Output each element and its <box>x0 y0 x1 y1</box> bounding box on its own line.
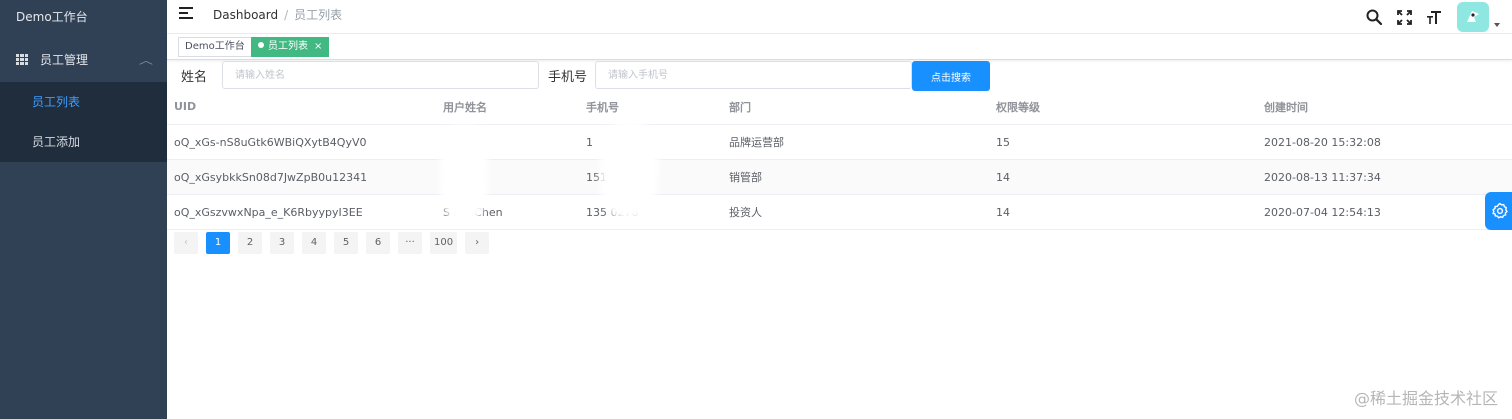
sidebar-item-employee-add[interactable]: 员工添加 <box>0 122 167 162</box>
page-2-button[interactable]: 2 <box>238 232 262 254</box>
name-label: 姓名 <box>181 70 208 85</box>
header-phone: 手机号 <box>586 100 619 114</box>
name-input[interactable] <box>222 61 539 89</box>
prev-page-button[interactable]: ‹ <box>174 232 198 254</box>
tag-demo-workbench[interactable]: Demo工作台 <box>178 37 252 57</box>
phone-input[interactable] <box>595 61 912 89</box>
cell-department: 品牌运营部 <box>729 136 784 149</box>
cell-permission: 15 <box>996 135 1010 149</box>
hamburger-icon[interactable] <box>179 7 193 19</box>
tag-label: 员工列表 <box>268 41 308 52</box>
breadcrumb: Dashboard / 员工列表 <box>213 6 342 23</box>
header-username: 用户姓名 <box>443 100 487 114</box>
table-row[interactable]: oQ_xGsybkkSn08d7JwZpB0u12341 st 151 销管部 … <box>167 160 1512 195</box>
header-department: 部门 <box>729 100 751 114</box>
grid-icon <box>16 53 28 65</box>
header-uid: UID <box>174 100 197 113</box>
cell-created: 2020-07-04 12:54:13 <box>1264 205 1381 219</box>
page-5-button[interactable]: 5 <box>334 232 358 254</box>
cell-phone: 1 <box>586 135 593 149</box>
active-dot-icon <box>258 42 264 48</box>
cell-department: 销管部 <box>729 171 762 184</box>
cell-permission: 14 <box>996 205 1010 219</box>
page-1-button[interactable]: 1 <box>206 232 230 254</box>
table-header: UID 用户姓名 手机号 部门 权限等级 创建时间 <box>167 89 1512 125</box>
sidebar-brand[interactable]: Demo工作台 <box>0 0 167 36</box>
redaction-blur <box>440 124 488 224</box>
next-page-button[interactable]: › <box>465 232 490 254</box>
navbar: Dashboard / 员工列表 <box>167 0 1512 34</box>
breadcrumb-current: 员工列表 <box>294 8 343 22</box>
search-icon[interactable] <box>1359 2 1389 32</box>
sidebar-item-employee-list[interactable]: 员工列表 <box>0 82 167 122</box>
employee-table: UID 用户姓名 手机号 部门 权限等级 创建时间 oQ_xGs-nS8uGtk… <box>167 89 1512 230</box>
cell-uid: oQ_xGs-nS8uGtk6WBiQXytB4QyV0 <box>174 135 367 149</box>
cell-created: 2021-08-20 15:32:08 <box>1264 135 1381 149</box>
sidebar: Demo工作台 员工管理 ︿ 员工列表 员工添加 <box>0 0 167 419</box>
pagination: ‹ 1 2 3 4 5 6 ··· 100 › <box>174 232 490 254</box>
avatar[interactable] <box>1457 2 1489 32</box>
cell-uid: oQ_xGsybkkSn08d7JwZpB0u12341 <box>174 170 368 184</box>
page-6-button[interactable]: 6 <box>366 232 390 254</box>
close-icon[interactable]: × <box>314 41 322 52</box>
cell-department: 投资人 <box>729 206 762 219</box>
phone-label: 手机号 <box>548 70 588 85</box>
more-pages-button[interactable]: ··· <box>398 232 422 254</box>
watermark: @稀土掘金技术社区 <box>1353 389 1498 408</box>
settings-button[interactable] <box>1485 192 1512 230</box>
page-100-button[interactable]: 100 <box>430 232 458 254</box>
chevron-up-icon: ︿ <box>139 55 153 67</box>
table-row[interactable]: oQ_xGszvwxNpa_e_K6RbyypyI3EE S hanChen 1… <box>167 195 1512 230</box>
fullscreen-icon[interactable] <box>1389 2 1419 32</box>
breadcrumb-dashboard[interactable]: Dashboard <box>213 8 278 22</box>
caret-down-icon[interactable] <box>1494 23 1500 27</box>
redaction-blur <box>600 120 658 220</box>
tags-view: Demo工作台 员工列表 × <box>167 34 1512 60</box>
header-permission: 权限等级 <box>996 100 1040 114</box>
header-created: 创建时间 <box>1264 100 1308 114</box>
sidebar-group-label: 员工管理 <box>40 52 89 67</box>
page-3-button[interactable]: 3 <box>270 232 294 254</box>
navbar-right <box>1359 0 1512 34</box>
page-4-button[interactable]: 4 <box>302 232 326 254</box>
gear-icon <box>1492 202 1508 219</box>
tag-employee-list[interactable]: 员工列表 × <box>251 37 330 57</box>
search-button[interactable]: 点击搜索 <box>912 61 990 91</box>
cell-uid: oQ_xGszvwxNpa_e_K6RbyypyI3EE <box>174 205 363 219</box>
sidebar-submenu: 员工列表 员工添加 <box>0 82 167 162</box>
cell-permission: 14 <box>996 170 1010 184</box>
tag-label: Demo工作台 <box>185 41 245 52</box>
table-row[interactable]: oQ_xGs-nS8uGtk6WBiQXytB4QyV0 1 品牌运营部 15 … <box>167 125 1512 160</box>
sidebar-group-employee[interactable]: 员工管理 ︿ <box>0 36 167 82</box>
breadcrumb-separator: / <box>284 8 289 22</box>
cell-created: 2020-08-13 11:37:34 <box>1264 170 1381 184</box>
font-size-icon[interactable] <box>1419 2 1449 32</box>
